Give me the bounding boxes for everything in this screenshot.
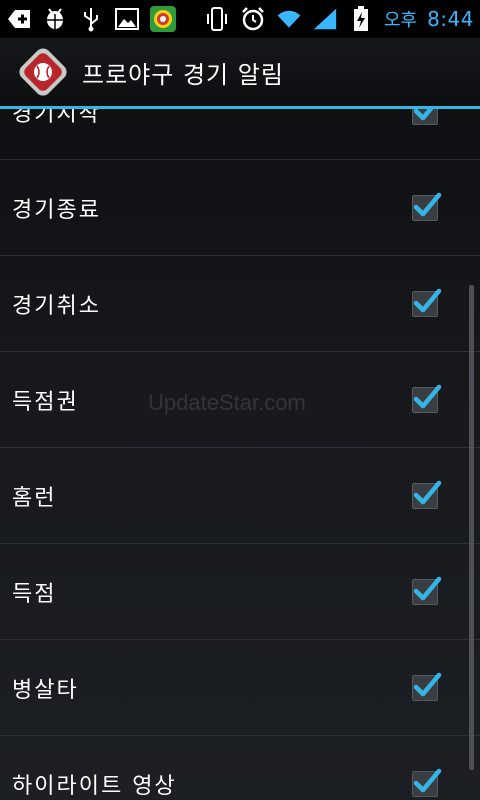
checkbox-game-end[interactable] (412, 192, 442, 221)
checkbox-game-cancel[interactable] (412, 288, 442, 317)
usb-icon (78, 6, 104, 32)
checkmark-icon (413, 192, 442, 216)
checkmark-icon (413, 672, 442, 696)
list-item-label: 경기종료 (12, 197, 101, 223)
settings-list[interactable]: 경기시작 경기종료 경기취소 득점권 홈런 득점 병살타 하이라이트 영상 (0, 109, 480, 800)
checkmark-icon (413, 768, 442, 792)
android-debug-icon (42, 6, 68, 32)
vibrate-icon (204, 6, 230, 32)
list-item-label: 경기시작 (12, 109, 101, 127)
list-item-label: 병살타 (12, 677, 79, 703)
list-item-home-run[interactable]: 홈런 (0, 448, 480, 544)
add-icon (6, 6, 32, 32)
list-item-label: 홈런 (12, 485, 57, 511)
checkmark-icon (413, 480, 442, 504)
watermark: UpdateStar.com (148, 390, 306, 415)
list-item-game-cancel[interactable]: 경기취소 (0, 256, 480, 352)
checkmark-icon (413, 384, 442, 408)
page-title: 프로야구 경기 알림 (82, 60, 284, 89)
list-item-label: 하이라이트 영상 (12, 773, 177, 799)
status-bar-left (6, 6, 176, 32)
signal-icon (312, 6, 338, 32)
checkbox-game-start[interactable] (412, 109, 438, 125)
list-item-label: 경기취소 (12, 293, 101, 319)
app-notification-icon (150, 6, 176, 32)
checkbox-double-play[interactable] (412, 672, 442, 701)
list-item-game-end[interactable]: 경기종료 (0, 160, 480, 256)
wifi-icon (276, 6, 302, 32)
settings-list-content: 경기시작 경기종료 경기취소 득점권 홈런 득점 병살타 하이라이트 영상 (0, 109, 480, 800)
checkbox-scoring-chance[interactable] (412, 384, 442, 413)
checkbox-highlight-video[interactable] (412, 768, 442, 797)
alarm-icon (240, 6, 266, 32)
list-item-game-start[interactable]: 경기시작 (0, 109, 480, 160)
status-ampm: 오후 (383, 10, 418, 31)
checkbox-home-run[interactable] (412, 480, 442, 509)
status-bar-right: 오후 8:44 (204, 6, 474, 32)
status-time: 8:44 (427, 7, 474, 31)
checkmark-icon (413, 288, 442, 312)
baseball-app-icon[interactable] (18, 47, 68, 97)
status-bar: 오후 8:44 (0, 0, 480, 38)
list-item-score[interactable]: 득점 (0, 544, 480, 640)
action-bar: 프로야구 경기 알림 (0, 38, 480, 106)
list-item-label: 득점권 (12, 389, 79, 415)
checkbox-score[interactable] (412, 576, 442, 605)
list-item-double-play[interactable]: 병살타 (0, 640, 480, 736)
image-icon (114, 6, 140, 32)
list-item-label: 득점 (12, 581, 57, 607)
checkmark-icon (413, 576, 442, 600)
list-item-highlight-video[interactable]: 하이라이트 영상 (0, 736, 480, 800)
scrollbar[interactable] (469, 285, 474, 770)
battery-charging-icon (348, 6, 374, 32)
checkmark-icon (413, 109, 434, 120)
